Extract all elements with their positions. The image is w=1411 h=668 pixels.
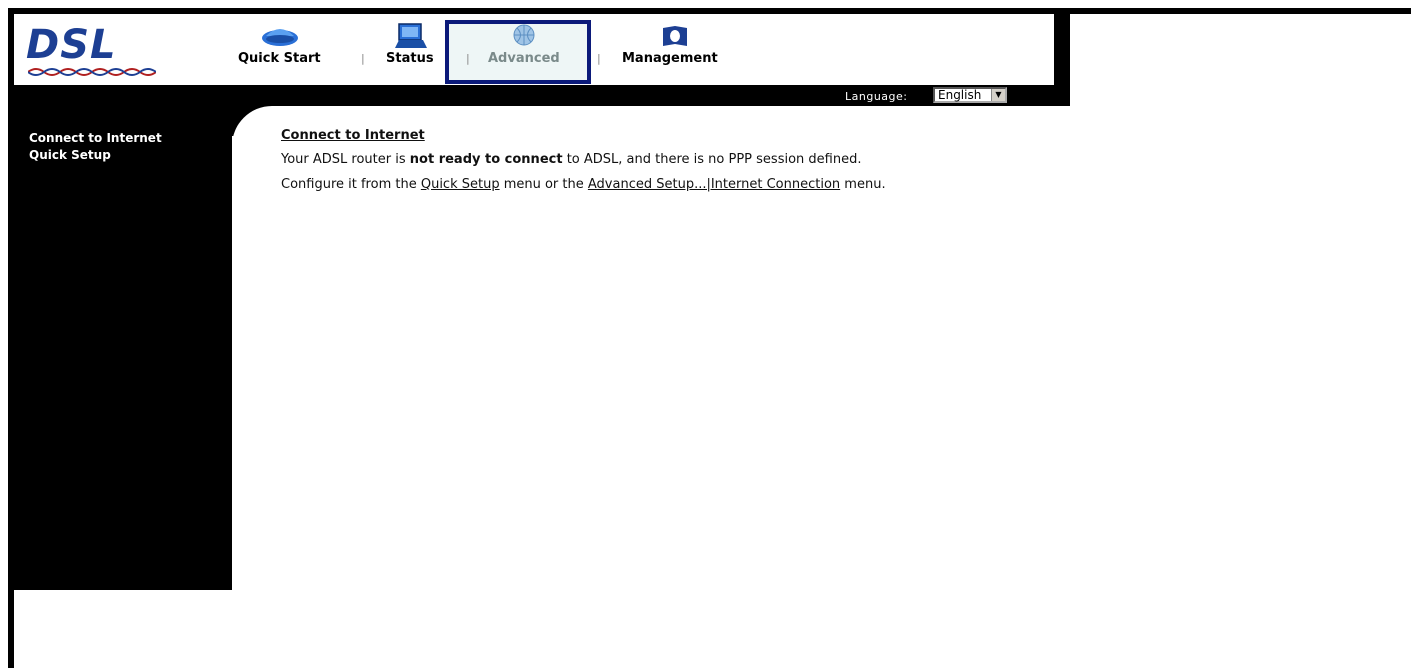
nav-separator: | xyxy=(466,52,470,65)
internet-connection-link[interactable]: Advanced Setup...|Internet Connection xyxy=(588,177,840,192)
book-icon xyxy=(663,26,687,46)
car-icon xyxy=(262,29,298,46)
status-text-suffix: to ADSL, and there is no PPP session def… xyxy=(562,152,862,167)
nav-label: Management xyxy=(622,51,718,66)
nav-label: Quick Start xyxy=(238,51,321,66)
configure-text-suffix: menu. xyxy=(840,177,886,192)
nav-label: Advanced xyxy=(488,51,560,66)
status-text-prefix: Your ADSL router is xyxy=(281,152,410,167)
laptop-icon xyxy=(395,23,427,48)
quick-setup-link[interactable]: Quick Setup xyxy=(421,177,500,192)
dna-wave-icon xyxy=(28,68,156,76)
nav-status[interactable]: Status xyxy=(386,22,446,78)
nav-separator: | xyxy=(597,52,601,65)
nav-label: Status xyxy=(386,51,434,66)
language-select[interactable]: English ▼ xyxy=(933,87,1007,103)
sidebar-item-connect-to-internet[interactable]: Connect to Internet xyxy=(29,131,162,145)
status-message: Your ADSL router is not ready to connect… xyxy=(281,152,1381,168)
nav-separator: | xyxy=(361,52,365,65)
configure-text-prefix: Configure it from the xyxy=(281,177,421,192)
dsl-logo: DSL xyxy=(26,22,160,78)
configure-message: Configure it from the Quick Setup menu o… xyxy=(281,177,1381,193)
logo-text: DSL xyxy=(26,22,117,68)
sidebar-item-quick-setup[interactable]: Quick Setup xyxy=(29,148,111,162)
language-value: English xyxy=(938,88,982,102)
status-text-bold: not ready to connect xyxy=(409,152,563,167)
main-content: Connect to Internet Your ADSL router is … xyxy=(281,128,1381,202)
language-bar xyxy=(14,85,1070,106)
configure-text-middle: menu or the xyxy=(499,177,588,192)
language-label: Language: xyxy=(845,90,908,103)
sidebar xyxy=(14,106,232,590)
nav-advanced[interactable]: Advanced xyxy=(488,22,580,78)
globe-icon xyxy=(513,24,535,46)
page-title: Connect to Internet xyxy=(281,128,425,143)
nav-management[interactable]: Management xyxy=(622,22,742,78)
chevron-down-icon[interactable]: ▼ xyxy=(991,89,1005,101)
nav-quick-start[interactable]: Quick Start xyxy=(238,22,348,78)
